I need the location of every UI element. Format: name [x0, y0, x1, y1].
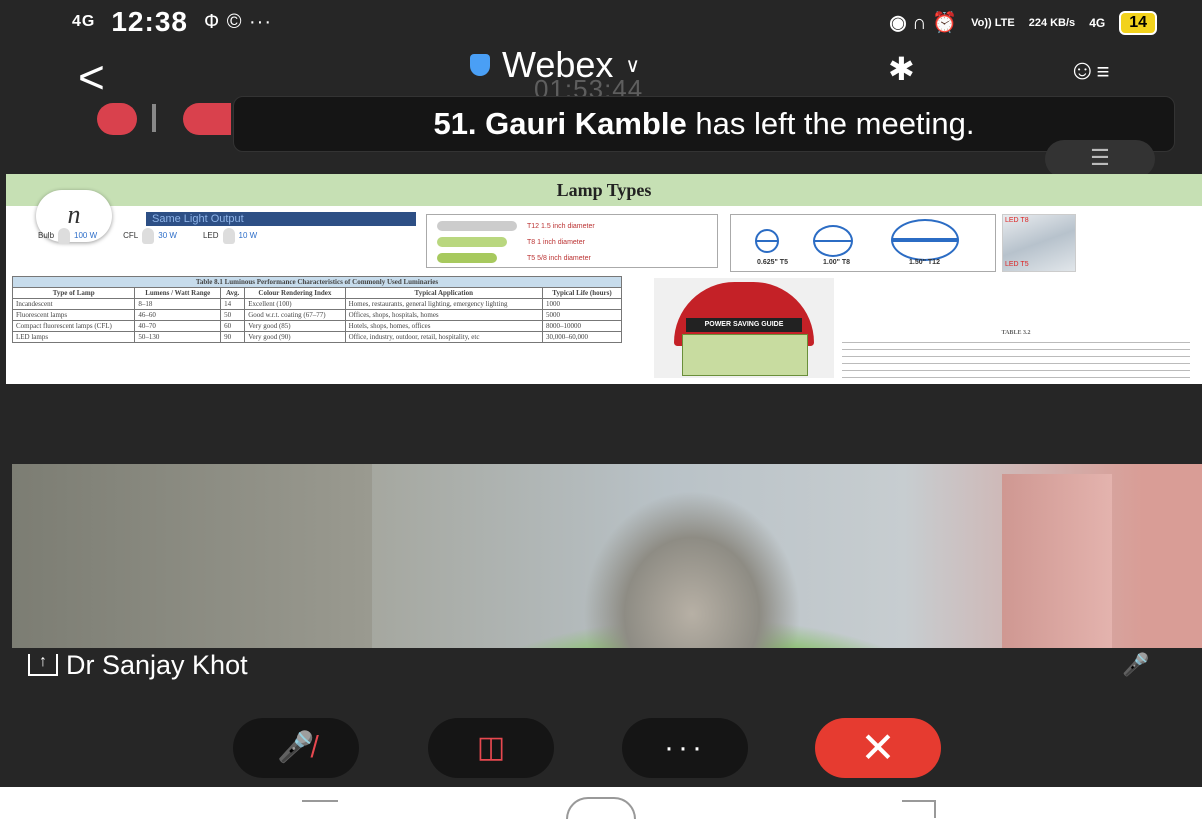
shared-slide: Lamp Types n Same Light Output Bulb 100 W…	[6, 174, 1202, 384]
divider	[152, 104, 156, 132]
led-icon	[222, 228, 235, 244]
recent-apps-button[interactable]	[302, 800, 338, 802]
led-label: LED T8	[1005, 217, 1029, 224]
cfl-icon	[142, 228, 155, 244]
meeting-title[interactable]: Webex ∨ 01:53:44	[470, 44, 770, 104]
t12-circle	[891, 219, 959, 261]
toast-message: has left the meeting.	[695, 106, 975, 141]
battery-icon: 14	[1119, 10, 1157, 35]
mute-button[interactable]: 🎤̸	[233, 718, 359, 778]
notification-icons: Ф © ···	[203, 10, 273, 33]
bulb-item: CFL 30 W	[123, 228, 177, 244]
table-caption: Table 8.1 Luminous Performance Character…	[12, 276, 622, 288]
diameter-diagram: 0.625" T5 1.00" T8 1.50" T12	[730, 214, 996, 272]
volte-indicator: Vo)) LTE	[971, 16, 1015, 29]
slide-title: Lamp Types	[6, 174, 1202, 206]
table-row: Compact fluorescent lamps (CFL) 40–70 60 V…	[11, 320, 623, 332]
toast-notification: 51. Gauri Kamble has left the meeting.	[233, 96, 1175, 152]
tube-t5	[437, 253, 497, 263]
layout-button[interactable]: ☰	[1045, 140, 1155, 178]
tube-t8	[437, 237, 507, 247]
power-saving-guide-image: POWER SAVING GUIDE	[654, 278, 834, 378]
t8-circle	[813, 225, 853, 257]
clock: 12:38	[111, 6, 188, 37]
tube-label: T12 1.5 inch diameter	[527, 223, 595, 230]
back-nav-button[interactable]	[902, 800, 936, 818]
guide-label: POWER SAVING GUIDE	[686, 318, 802, 332]
t5-circle	[755, 229, 779, 253]
tube-diagram: T12 1.5 inch diameter T8 1 inch diameter…	[426, 214, 718, 268]
bulb-comparison: Bulb 100 W CFL 30 W LED 10 W	[38, 228, 408, 244]
led-tube-photo: LED T8 LED T5	[1002, 214, 1076, 272]
bulb-item: LED 10 W	[203, 228, 257, 244]
table-row: Incandescent 8–18 14 Excellent (100) Homes,…	[11, 298, 623, 310]
bulb-item: Bulb 100 W	[38, 228, 97, 244]
luminaries-table: Table 8.1 Luminous Performance Character…	[11, 276, 623, 343]
muted-participant-icon	[97, 103, 137, 135]
back-button[interactable]: <	[78, 50, 105, 104]
home-button[interactable]	[566, 797, 636, 819]
status-bar: 4G 12:38 Ф © ··· ◉ ∩ ⏰ Vo)) LTE 224 KB/s…	[0, 0, 1202, 42]
table-row: Fluorescent lamps 46–60 50 Good w.r.t. coa…	[11, 309, 623, 321]
table-row: LED lamps 50–130 90 Very good (90) Office, …	[11, 331, 623, 343]
bluetooth-icon[interactable]: ✱	[888, 50, 915, 88]
tube-label: T8 1 inch diameter	[527, 239, 585, 246]
share-screen-icon: ↑	[28, 654, 58, 676]
video-background-cabinet	[12, 464, 372, 678]
more-options-button[interactable]: ···	[622, 718, 748, 778]
bulb-icon	[58, 228, 71, 244]
tube-t12	[437, 221, 517, 231]
toast-name: 51. Gauri Kamble	[433, 106, 687, 141]
tube-label: T5 5/8 inch diameter	[527, 255, 591, 262]
guide-label-body	[682, 334, 808, 376]
participants-icon[interactable]: ☺≡	[1068, 50, 1109, 87]
participant-name: Dr Sanjay Khot	[66, 650, 248, 680]
mic-off-icon: 🎤̸	[277, 731, 315, 764]
video-off-icon: ◫	[476, 731, 506, 764]
table-header-row: Type of Lamp Lumens / Watt Range Avg. Colo…	[11, 287, 623, 299]
speaking-mic-icon: 🎤	[1122, 652, 1150, 677]
video-toggle-button[interactable]: ◫	[428, 718, 554, 778]
network-indicator: 4G	[72, 13, 96, 30]
diameter-label: 1.00" T8	[823, 259, 851, 266]
end-call-button[interactable]: ✕	[815, 718, 941, 778]
status-icons: ◉ ∩ ⏰	[889, 12, 958, 34]
participant-badge	[183, 103, 231, 135]
shield-icon	[470, 54, 490, 76]
network-indicator-2: 4G	[1089, 15, 1106, 30]
star-rating-table: TABLE 3.2	[842, 330, 1190, 378]
diameter-label: 0.625" T5	[757, 259, 788, 266]
same-light-output-label: Same Light Output	[146, 212, 416, 226]
video-background-poster	[1002, 474, 1112, 674]
network-speed: 224 KB/s	[1028, 16, 1076, 29]
participant-video[interactable]	[12, 464, 1202, 678]
diameter-label: 1.50" T12	[909, 259, 940, 266]
led-label: LED T5	[1005, 261, 1029, 268]
webex-app: 4G 12:38 Ф © ··· ◉ ∩ ⏰ Vo)) LTE 224 KB/s…	[0, 0, 1202, 787]
